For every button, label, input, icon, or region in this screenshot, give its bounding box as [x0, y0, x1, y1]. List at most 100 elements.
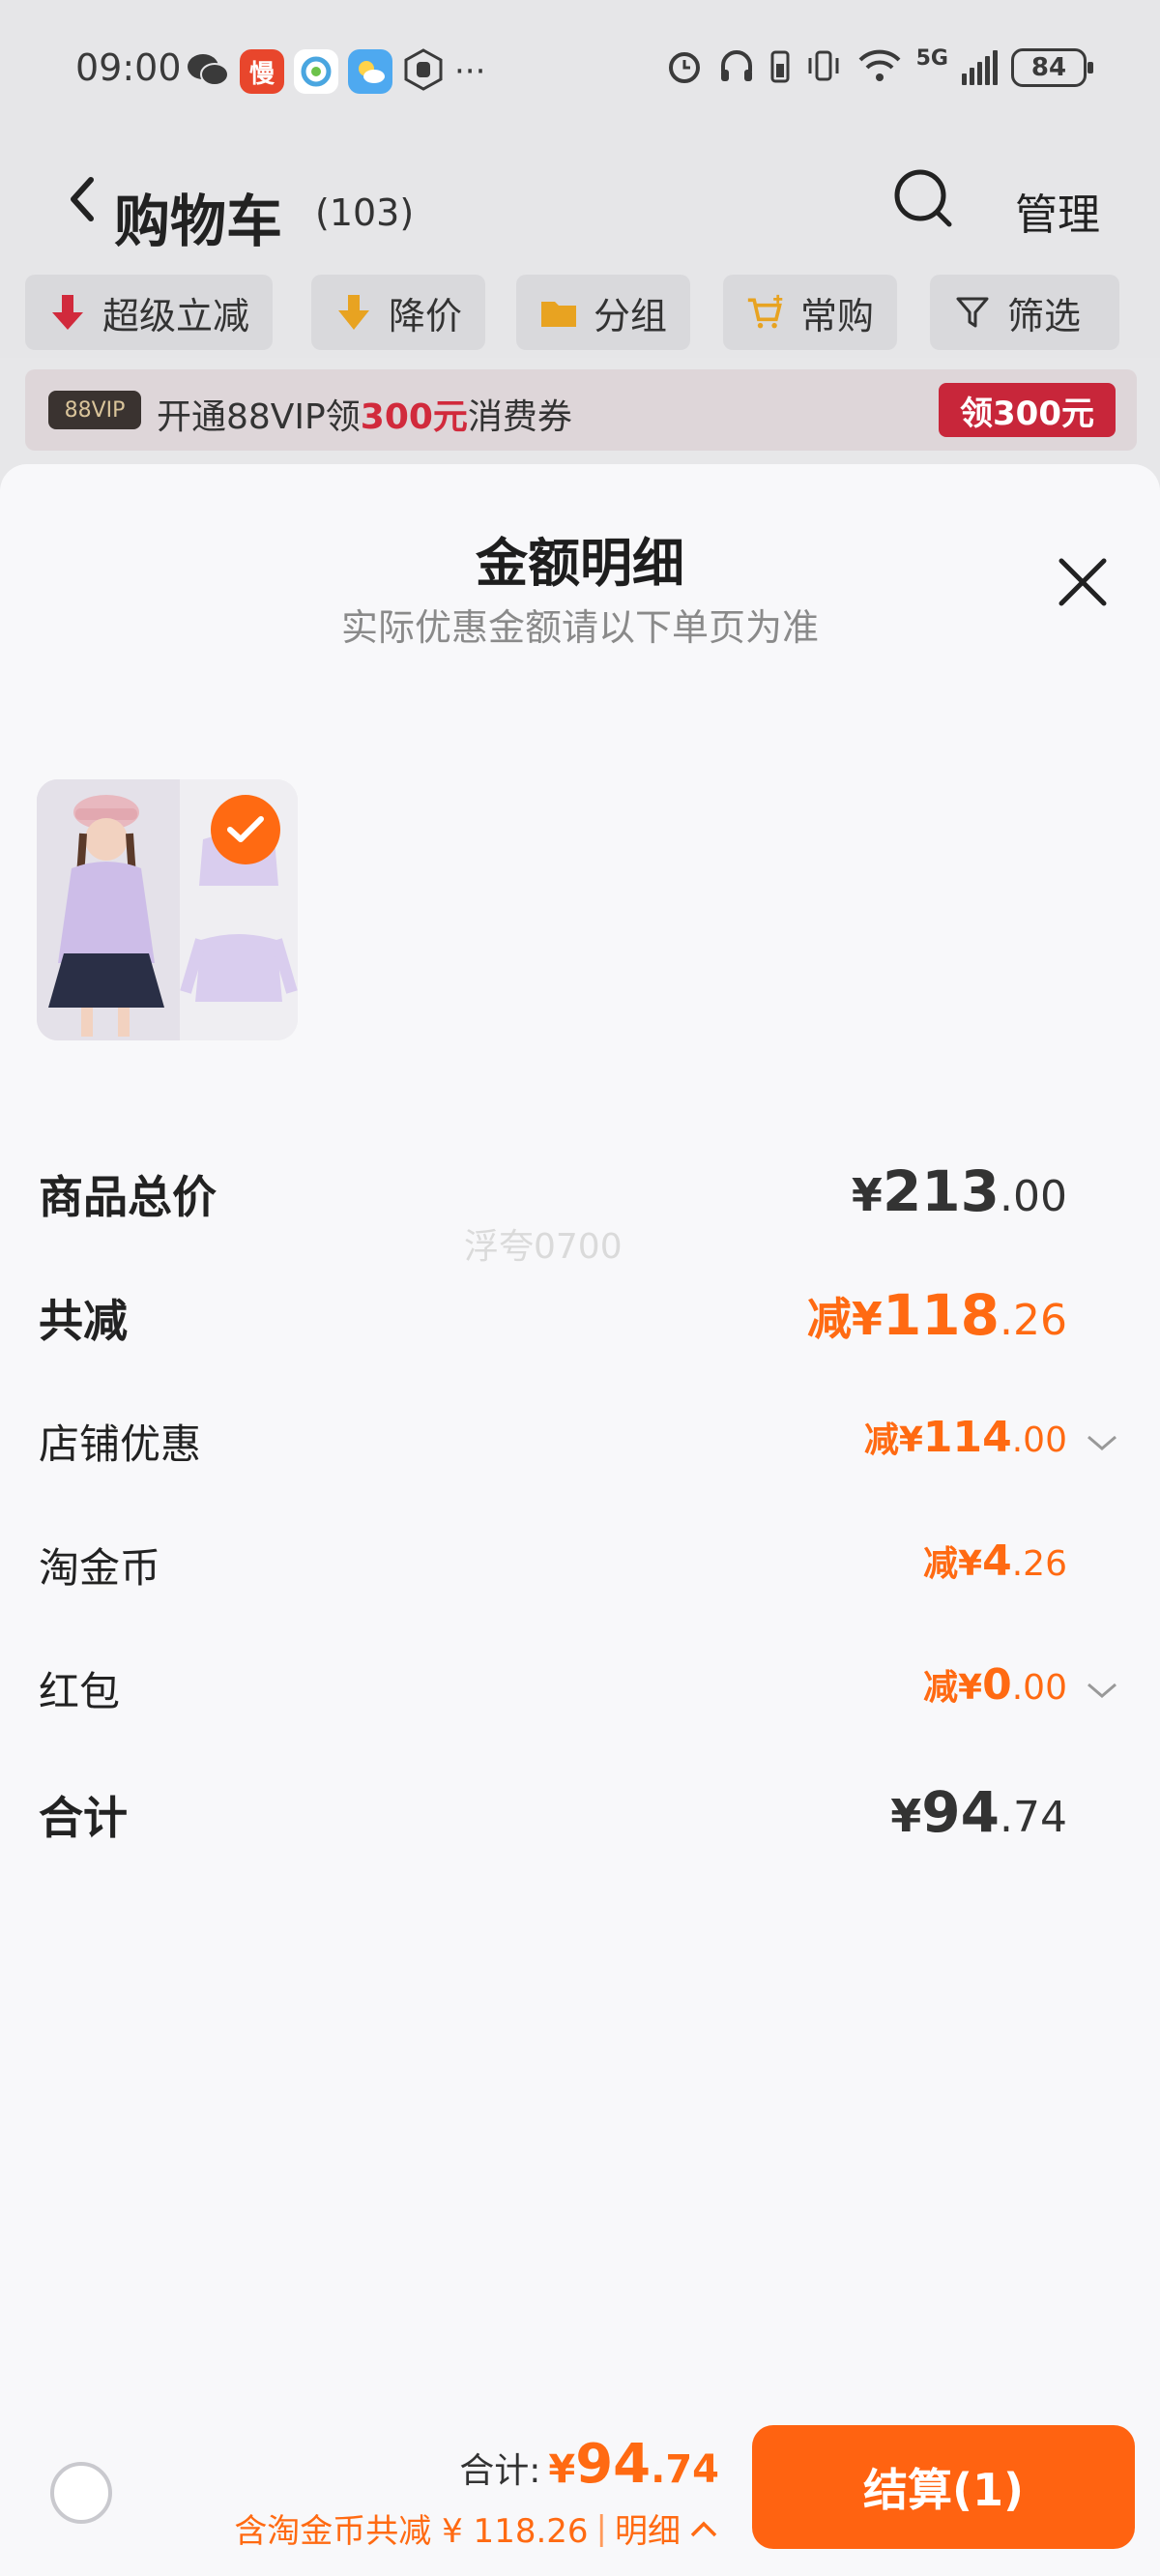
checkout-button[interactable]: 结算(1) — [752, 2425, 1135, 2549]
claim-coupon-button[interactable]: 领300元 — [939, 383, 1116, 437]
cart-plus-icon — [746, 293, 785, 332]
amount-detail-sheet: 金额明细 实际优惠金额请以下单页为准 浮夸0700 商品总价 ¥ 213 .00… — [0, 464, 1160, 2576]
cart-count: (103) — [315, 191, 415, 234]
status-bar: 09:00 慢 ··· 5G 84 — [0, 0, 1160, 135]
vibrate-icon — [804, 46, 843, 89]
separator: | — [595, 2508, 607, 2548]
back-button[interactable] — [58, 170, 106, 228]
vip-text-highlight: 300元 — [360, 397, 468, 437]
small-battery-icon — [769, 46, 791, 89]
chevron-down-icon[interactable] — [1083, 1679, 1121, 1702]
bottom-total-label: 合计: — [459, 2451, 541, 2491]
sheet-subtitle: 实际优惠金额请以下单页为准 — [340, 606, 819, 649]
bottom-total-decimal: .74 — [651, 2447, 719, 2492]
headphone-icon — [717, 46, 756, 89]
filter-icon — [953, 293, 992, 332]
sum-integer: 94 — [921, 1779, 1000, 1845]
store-discount-decimal: .00 — [1011, 1420, 1067, 1460]
sum-label: 合计 — [39, 1792, 128, 1844]
goods-total-currency: ¥ — [851, 1169, 883, 1221]
red-packet-prefix: 减¥ — [923, 1668, 983, 1708]
watermark: 浮夸0700 — [464, 1227, 623, 1267]
network-type: 5G — [915, 45, 948, 71]
battery-icon: 84 — [1011, 48, 1093, 87]
filter-chip-group[interactable]: 分组 — [516, 275, 691, 350]
filter-chip-label: 筛选 — [1007, 294, 1082, 337]
store-discount-prefix: 减¥ — [863, 1420, 923, 1460]
filter-chip-label: 分组 — [594, 294, 668, 337]
more-status-icon: ··· — [454, 52, 486, 91]
goods-total-value: ¥213.00 — [852, 1158, 1067, 1224]
slow-app-icon: 慢 — [240, 49, 284, 94]
goods-total-decimal: .00 — [1000, 1172, 1067, 1221]
total-discount-prefix: 减¥ — [806, 1293, 883, 1345]
saving-detail-toggle[interactable]: 含淘金币共减 ¥ 118.26 | 明细 — [234, 2504, 719, 2552]
close-icon — [1058, 558, 1107, 606]
vip-text-after: 消费券 — [467, 397, 572, 437]
filter-chip-filter[interactable]: 筛选 — [930, 275, 1120, 350]
weather-icon — [348, 49, 392, 94]
filter-chip-label: 常购 — [800, 294, 875, 337]
signal-icon — [962, 50, 998, 85]
red-packet-label: 红包 — [39, 1668, 121, 1715]
filter-chip-label: 超级立减 — [102, 294, 250, 337]
vip-badge: 88VIP — [48, 391, 141, 429]
folder-icon — [539, 293, 578, 332]
sheet-title: 金额明细 — [476, 533, 684, 594]
saving-text: 含淘金币共减 ¥ 118.26 — [234, 2512, 589, 2551]
bottom-total-currency: ¥ — [548, 2447, 576, 2492]
store-discount-integer: 114 — [922, 1413, 1012, 1462]
filter-chip-super-discount[interactable]: 超级立减 — [25, 275, 274, 350]
hand-icon — [402, 48, 445, 95]
china-mobile-icon — [294, 49, 338, 94]
down-arrow-icon — [48, 293, 87, 332]
filter-chip-price-drop[interactable]: 降价 — [311, 275, 486, 350]
cart-header: 购物车 (103) 管理 — [0, 135, 1160, 261]
goods-total-label: 商品总价 — [39, 1171, 217, 1223]
sum-decimal: .74 — [1000, 1793, 1067, 1842]
vip-banner[interactable]: 88VIP 开通88VIP领300元消费券 领300元 — [25, 369, 1137, 451]
search-icon — [894, 169, 952, 227]
page-title: 购物车 — [114, 189, 283, 254]
product-model-image — [37, 779, 180, 1040]
filter-chip-frequent[interactable]: 常购 — [723, 275, 898, 350]
status-right: 5G 84 — [665, 45, 1093, 89]
checkout-bar: 合计: ¥ 94 .74 含淘金币共减 ¥ 118.26 | 明细 结算(1) — [0, 2398, 1160, 2576]
filter-chip-label: 降价 — [389, 294, 463, 337]
bottom-total-integer: 94 — [575, 2433, 652, 2496]
store-discount-value[interactable]: 减¥ 114.00 — [864, 1412, 1067, 1462]
total-discount-label: 共减 — [39, 1295, 128, 1347]
back-arrow-icon — [71, 177, 94, 221]
filter-row: 超级立减 降价 分组 常购 筛选 — [0, 261, 1160, 358]
status-app-icons: 慢 ··· — [186, 48, 485, 95]
tao-coins-label: 淘金币 — [39, 1544, 161, 1592]
chevron-down-icon[interactable] — [1083, 1431, 1121, 1454]
bottom-total: 合计: ¥ 94 .74 — [459, 2433, 719, 2496]
total-discount-integer: 118 — [882, 1282, 1000, 1348]
wifi-icon — [856, 46, 903, 89]
sum-value: ¥94.74 — [890, 1779, 1067, 1845]
vip-text: 开通88VIP领300元消费券 — [157, 389, 572, 439]
tao-coins-prefix: 减¥ — [923, 1544, 983, 1584]
red-packet-decimal: .00 — [1011, 1668, 1067, 1708]
goods-total-integer: 213 — [882, 1158, 1000, 1224]
selected-check-icon[interactable] — [211, 795, 280, 864]
tao-coins-value: 减¥ 4.26 — [923, 1536, 1067, 1586]
red-packet-integer: 0 — [982, 1660, 1012, 1710]
total-discount-value: 减¥ 118.26 — [807, 1282, 1067, 1348]
red-packet-value[interactable]: 减¥ 0.00 — [923, 1659, 1067, 1710]
tao-coins-integer: 4 — [982, 1537, 1012, 1586]
search-button[interactable] — [889, 164, 957, 232]
total-discount-decimal: .26 — [1000, 1296, 1067, 1345]
detail-label: 明细 — [615, 2512, 681, 2551]
select-all-checkbox[interactable] — [50, 2462, 112, 2524]
store-discount-label: 店铺优惠 — [39, 1420, 202, 1468]
price-drop-icon — [334, 293, 373, 332]
wechat-icon — [186, 50, 230, 93]
alarm-icon — [665, 46, 704, 89]
manage-button[interactable]: 管理 — [1015, 180, 1100, 242]
vip-text-before: 开通88VIP领 — [157, 397, 361, 437]
tao-coins-decimal: .26 — [1011, 1544, 1067, 1584]
close-button[interactable] — [1054, 553, 1112, 611]
sum-currency: ¥ — [890, 1790, 922, 1842]
